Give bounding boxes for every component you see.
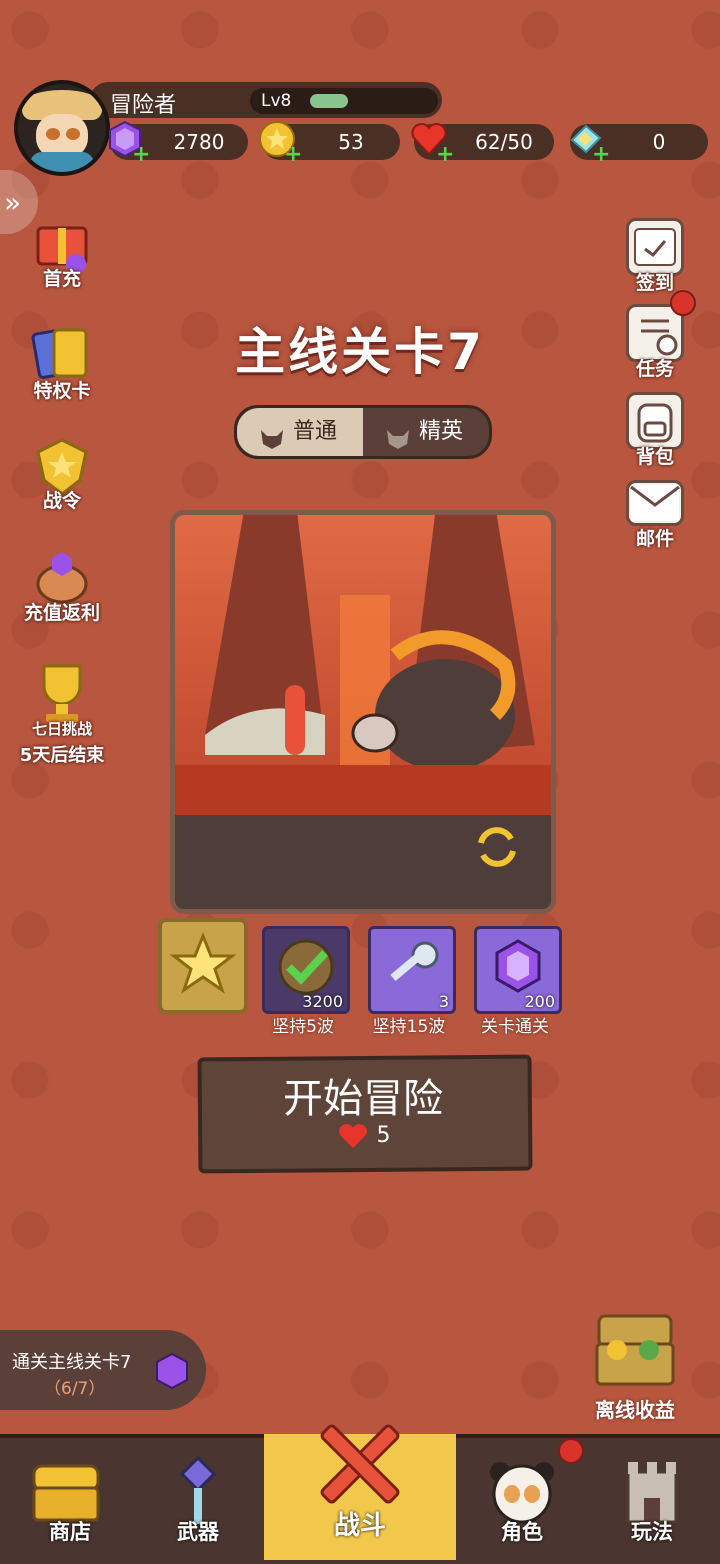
coin-value: 53 <box>338 130 364 154</box>
offline-earnings-button[interactable]: 离线收益 <box>580 1310 690 1428</box>
start-adventure-label: 开始冒险 <box>283 1076 443 1122</box>
character-notification-badge <box>558 1438 584 1464</box>
tab-normal[interactable]: 普通 <box>237 408 363 456</box>
ticket-icon: + <box>566 120 610 166</box>
battle-pass-button[interactable]: 战令 <box>12 436 112 513</box>
recharge-rebate-button[interactable]: 充值返利 <box>12 548 112 625</box>
heart-icon: + <box>410 120 454 166</box>
first-recharge-button[interactable]: 首充 <box>12 214 112 291</box>
quest-text: 通关主线关卡7 <box>12 1352 132 1373</box>
seven-day-challenge-label: 七日挑战 <box>31 720 92 738</box>
crossed-swords-icon <box>320 1424 400 1504</box>
stage-preview <box>170 510 556 914</box>
offline-earnings-label: 离线收益 <box>595 1398 675 1422</box>
quest-progress: （6/7） <box>44 1379 106 1399</box>
mail-button[interactable]: 邮件 <box>620 480 690 551</box>
player-name: 冒险者 <box>110 93 177 118</box>
gold-coin-icon: + <box>258 120 302 166</box>
refresh-icon[interactable] <box>471 821 523 877</box>
boar-head-icon <box>385 420 411 449</box>
tab-elite[interactable]: 精英 <box>363 408 489 456</box>
xp-progress-fill <box>310 94 348 108</box>
heart-icon <box>338 1124 367 1148</box>
star-chest[interactable] <box>158 918 248 1014</box>
treasure-chest-icon <box>595 1314 675 1386</box>
backpack-button[interactable]: 背包 <box>620 392 690 469</box>
nav-battle[interactable]: 战斗 <box>264 1424 456 1560</box>
boar-head-icon <box>259 420 285 449</box>
shop-chest-icon <box>32 1464 100 1522</box>
stage-title: 主线关卡7 <box>235 323 485 381</box>
challenge-countdown: 5天后结束 <box>19 745 105 766</box>
star-icon <box>169 931 237 994</box>
start-cost-value: 5 <box>376 1123 391 1148</box>
reward-wave5-count: 3200 <box>302 992 343 1011</box>
reward-wave5[interactable]: 3200 <box>262 926 350 1014</box>
nav-shop[interactable]: 商店 <box>0 1434 140 1560</box>
nav-battle-label: 战斗 <box>333 1511 386 1541</box>
nav-weapon[interactable]: 武器 <box>128 1434 268 1560</box>
nav-shop-label: 商店 <box>49 1520 91 1544</box>
start-cost: 5 <box>198 1122 528 1150</box>
gem-value: 2780 <box>173 130 225 154</box>
nav-modes-label: 玩法 <box>631 1520 673 1544</box>
reward-wave15-count: 3 <box>438 992 449 1011</box>
seven-day-challenge-button[interactable]: 七日挑战 5天后结束 <box>12 660 112 767</box>
main-quest-tracker[interactable]: 通关主线关卡7 （6/7） <box>0 1330 206 1410</box>
sign-in-button[interactable]: 签到 <box>620 218 690 295</box>
reward-wave5-label: 坚持5波 <box>272 1017 334 1037</box>
tab-elite-label: 精英 <box>419 419 464 444</box>
tab-normal-label: 普通 <box>293 419 338 444</box>
battle-pass-label: 战令 <box>42 490 81 512</box>
nav-modes[interactable]: 玩法 <box>584 1434 720 1560</box>
purple-gem-icon <box>154 1352 190 1394</box>
ticket-value: 0 <box>652 130 666 154</box>
mail-icon <box>626 480 684 526</box>
reward-wave15-label: 坚持15波 <box>372 1017 446 1037</box>
reward-clear-label: 关卡通关 <box>481 1017 549 1037</box>
trophy-icon <box>30 660 94 724</box>
mail-label: 邮件 <box>635 528 674 550</box>
difficulty-tabs: 普通 精英 <box>234 405 492 459</box>
avatar[interactable] <box>14 80 110 176</box>
first-recharge-label: 首充 <box>42 268 81 290</box>
backpack-label: 背包 <box>635 446 674 468</box>
nav-weapon-label: 武器 <box>177 1520 219 1544</box>
reward-clear[interactable]: 200 <box>474 926 562 1014</box>
nav-character-label: 角色 <box>501 1520 543 1544</box>
reward-wave15[interactable]: 3 <box>368 926 456 1014</box>
reward-clear-count: 200 <box>524 992 555 1011</box>
purple-gem-icon: + <box>106 120 150 166</box>
player-level: Lv8 <box>261 91 292 111</box>
recharge-rebate-label: 充值返利 <box>23 602 100 624</box>
stamina-value: 62/50 <box>475 130 533 154</box>
